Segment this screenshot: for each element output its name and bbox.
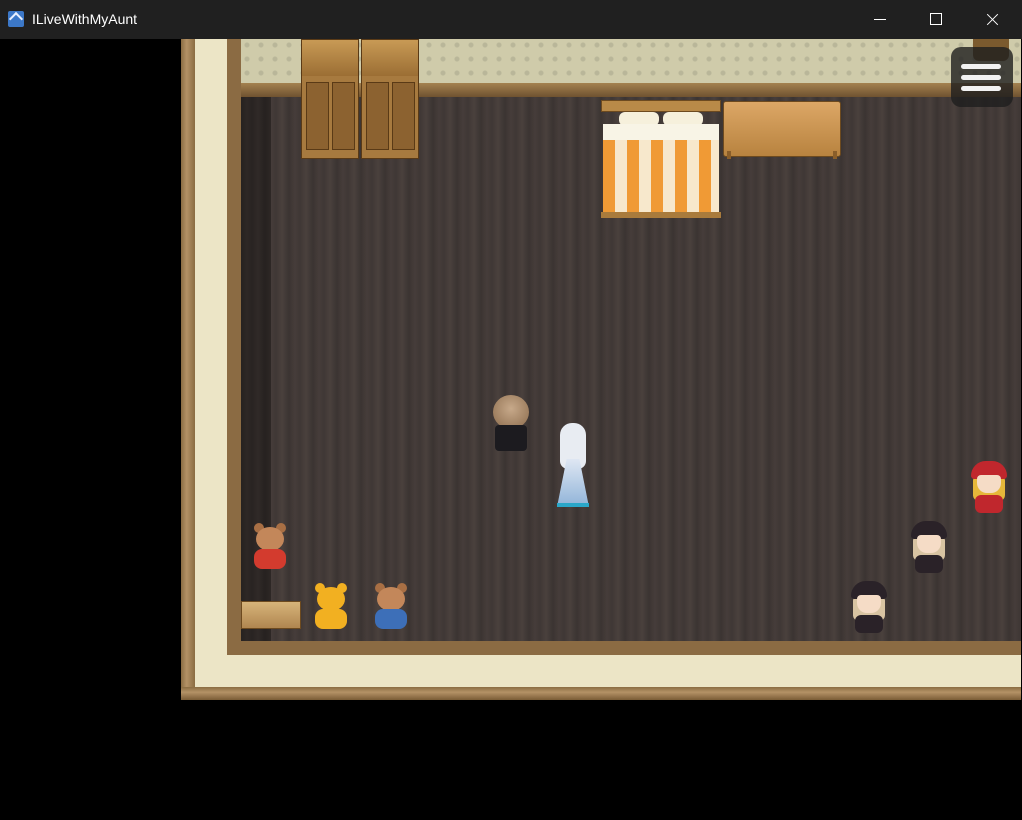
wardrobe-right	[361, 39, 419, 159]
maximize-button[interactable]	[908, 0, 964, 39]
doll-black	[907, 521, 951, 575]
wall-frame-left	[181, 39, 195, 700]
window-title: ILiveWithMyAunt	[32, 11, 138, 27]
table-legs	[727, 151, 837, 159]
wooden-bench	[241, 601, 301, 629]
wall-frame-bottom	[181, 687, 1021, 700]
teddy-bear-blue	[371, 583, 411, 633]
doll-black	[847, 581, 891, 635]
app-icon	[8, 11, 24, 27]
player-character	[554, 423, 592, 511]
window-titlebar: ILiveWithMyAunt	[0, 0, 1022, 39]
teddy-bear-red	[250, 523, 290, 573]
hamburger-menu-icon	[961, 64, 1001, 69]
striped-bed	[601, 100, 721, 218]
wooden-table	[723, 101, 841, 157]
wardrobe-left	[301, 39, 359, 159]
menu-button[interactable]	[951, 47, 1013, 107]
teddy-bear-yellow	[311, 583, 351, 633]
bed-cover	[603, 140, 719, 215]
minimize-button[interactable]	[852, 0, 908, 39]
doll-red	[967, 461, 1011, 515]
close-button[interactable]	[964, 0, 1020, 39]
aunt-character	[491, 395, 531, 455]
game-viewport[interactable]	[1, 39, 1021, 819]
